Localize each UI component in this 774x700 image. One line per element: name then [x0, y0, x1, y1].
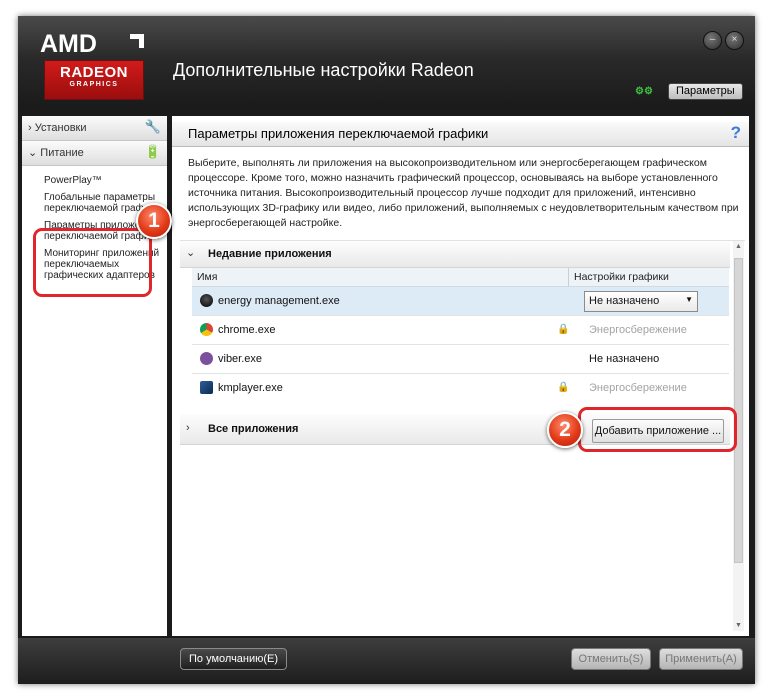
amd-arrow-icon	[130, 34, 144, 48]
window-title: Дополнительные настройки Radeon	[173, 60, 474, 80]
app-window: AMD RADEON GRAPHICS Дополнительные настр…	[18, 16, 755, 684]
recent-apps-title: Недавние приложения	[208, 248, 332, 260]
annotation-marker-2: 2	[547, 412, 583, 448]
chevron-right-icon: ›	[28, 122, 32, 134]
annotation-marker-1: 1	[136, 203, 172, 239]
table-row[interactable]: viber.exe Не назначено	[192, 345, 729, 373]
column-graphics-settings[interactable]: Настройки графики	[574, 271, 669, 283]
sidebar-section-label: Питание	[40, 147, 84, 159]
cancel-button[interactable]: Отменить(S)	[571, 648, 651, 670]
dropdown-value: Не назначено	[589, 295, 660, 307]
gear-icon: ⚙⚙	[635, 86, 653, 97]
radeon-text: RADEON	[59, 64, 128, 81]
table-row[interactable]: chrome.exe 🔒 Энергосбережение	[192, 316, 729, 344]
sidebar-item-powerplay[interactable]: PowerPlay™	[22, 172, 167, 189]
all-apps-title: Все приложения	[208, 423, 299, 435]
energy-management-icon	[200, 294, 213, 307]
column-divider[interactable]	[568, 268, 569, 286]
sidebar-section-power[interactable]: ⌄ Питание 🔋	[22, 141, 167, 166]
page-description: Выберите, выполнять ли приложения на выс…	[188, 157, 739, 229]
sidebar-section-label: Установки	[34, 122, 87, 134]
table-header: Имя Настройки графики	[192, 268, 729, 287]
viber-icon	[200, 352, 213, 365]
chevron-right-icon: ›	[186, 422, 190, 434]
graphics-setting-value: Энергосбережение	[589, 382, 687, 394]
lock-icon: 🔒	[557, 382, 570, 393]
app-name: chrome.exe	[218, 324, 276, 336]
sidebar-section-settings[interactable]: › Установки 🔧	[22, 116, 167, 141]
dropdown-arrow-icon: ▼	[685, 295, 693, 304]
graphics-setting-value: Энергосбережение	[589, 324, 687, 336]
graphics-setting-dropdown[interactable]: Не назначено ▼	[584, 291, 698, 312]
app-name: kmplayer.exe	[218, 382, 283, 394]
amd-logo-text: AMD	[40, 30, 97, 58]
sidebar: › Установки 🔧 ⌄ Питание 🔋 PowerPlay™ Гло…	[22, 116, 167, 636]
graphics-text: GRAPHICS	[69, 81, 119, 88]
page-title: Параметры приложения переключаемой графи…	[188, 126, 489, 141]
apply-button[interactable]: Применить(A)	[659, 648, 743, 670]
footer-bar: По умолчанию(E) Отменить(S) Применить(A)	[18, 638, 755, 684]
lock-icon: 🔒	[557, 324, 570, 335]
app-name: energy management.exe	[218, 295, 340, 307]
chevron-down-icon: ⌄	[186, 247, 196, 259]
app-name: viber.exe	[218, 353, 263, 365]
kmplayer-icon	[200, 381, 213, 394]
title-bar: AMD RADEON GRAPHICS Дополнительные настр…	[18, 16, 755, 108]
parameters-button[interactable]: Параметры	[668, 83, 743, 100]
minimize-icon[interactable]: –	[703, 31, 722, 50]
default-button[interactable]: По умолчанию(E)	[180, 648, 288, 670]
annotation-highlight-2	[578, 407, 737, 452]
close-icon[interactable]: ×	[725, 31, 744, 50]
radeon-badge: RADEON GRAPHICS	[44, 60, 144, 100]
scroll-down-icon[interactable]: ▼	[735, 622, 742, 629]
column-name[interactable]: Имя	[197, 271, 217, 283]
table-row[interactable]: energy management.exe Не назначено ▼	[192, 287, 729, 315]
chevron-down-icon: ⌄	[28, 147, 38, 159]
main-panel: Параметры приложения переключаемой графи…	[172, 116, 749, 636]
panel-header: Параметры приложения переключаемой графи…	[172, 122, 749, 147]
scroll-up-icon[interactable]: ▲	[735, 243, 742, 250]
tools-icon: 🔧	[144, 119, 161, 134]
help-icon[interactable]: ?	[731, 123, 741, 143]
battery-icon: 🔋	[144, 144, 161, 159]
chrome-icon	[200, 323, 213, 336]
table-row[interactable]: kmplayer.exe 🔒 Энергосбережение	[192, 374, 729, 402]
recent-apps-header[interactable]: ⌄ Недавние приложения	[180, 241, 730, 268]
annotation-highlight-1	[33, 228, 152, 297]
graphics-setting-value: Не назначено	[589, 353, 660, 365]
amd-radeon-logo: AMD RADEON GRAPHICS	[32, 28, 144, 100]
